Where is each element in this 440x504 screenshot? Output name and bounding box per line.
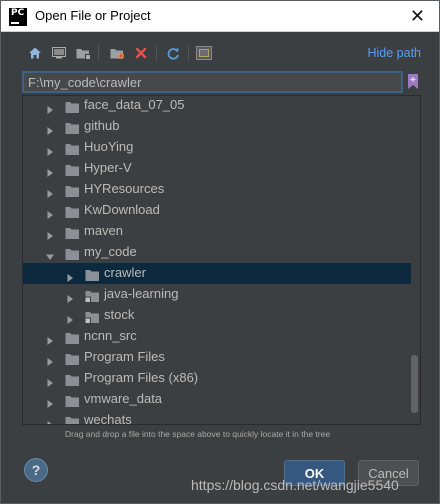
tree-row[interactable]: github [23,116,411,137]
file-tree[interactable]: face_data_07_05github HuoYing Hyper-V HYRes… [22,95,421,425]
folder-icon [65,414,81,424]
folder-icon [65,141,81,155]
tree-row[interactable]: java-learning [23,284,411,305]
tree-row[interactable]: wechats [23,410,411,425]
toolbar-separator [98,45,99,61]
tree-row-label: maven [84,223,124,238]
tree-row[interactable]: vmware_data [23,389,411,410]
refresh-icon[interactable] [163,41,183,65]
module-folder-icon [85,309,101,324]
toolbar-separator [156,45,157,61]
path-input[interactable] [22,71,403,93]
tree-row[interactable]: crawler [23,263,411,284]
collapsed-arrow-icon[interactable] [45,121,55,135]
folder-icon [65,330,81,344]
folder-icon [65,183,81,197]
tree-row-label: github [84,118,120,133]
hide-path-link[interactable]: Hide path [367,46,421,60]
collapsed-arrow-icon[interactable] [45,394,55,408]
folder-icon [65,225,81,239]
folder-icon [65,99,81,113]
close-button[interactable]: ✕ [410,6,425,27]
home-icon[interactable] [25,41,45,65]
desktop-icon[interactable] [49,41,69,65]
help-button[interactable]: ? [24,458,48,482]
collapsed-arrow-icon[interactable] [65,268,75,282]
collapsed-arrow-icon[interactable] [45,226,55,240]
new-folder-icon[interactable] [107,41,127,65]
collapsed-arrow-icon[interactable] [45,184,55,198]
tree-row[interactable]: HYResources [23,179,411,200]
tree-row[interactable]: Program Files [23,347,411,368]
tree-row[interactable]: KwDownload [23,200,411,221]
tree-row-label: java-learning [104,286,179,301]
collapsed-arrow-icon[interactable] [45,205,55,219]
dialog-title: Open File or Project [35,8,151,23]
folder-icon [85,267,101,281]
open-file-dialog: PC Open File or Project ✕ Hide path F:\m… [0,0,440,504]
tree-row-label: vmware_data [84,391,163,406]
tree-row-label: KwDownload [84,202,160,217]
folder-icon [65,351,81,365]
toggle-hidden-icon[interactable] [194,41,214,65]
tree-row-label: stock [104,307,135,322]
toolbar: Hide path [21,41,421,67]
tree-row-label: Program Files (x86) [84,370,199,385]
tree-row-label: wechats [84,412,132,425]
tree-row-label: crawler [104,265,146,280]
collapsed-arrow-icon[interactable] [45,100,55,114]
tree-row-label: face_data_07_05 [84,97,185,112]
folder-icon [65,393,81,407]
folder-icon [65,246,81,260]
tree-row[interactable]: Program Files (x86) [23,368,411,389]
tree-row-label: my_code [84,244,137,259]
tree-row[interactable]: HuoYing [23,137,411,158]
tree-row[interactable]: Hyper-V [23,158,411,179]
tree-row[interactable]: stock [23,305,411,326]
folder-icon [65,204,81,218]
tree-row[interactable]: face_data_07_05 [23,96,411,116]
collapsed-arrow-icon[interactable] [45,415,55,424]
tree-row-label: Hyper-V [84,160,132,175]
project-folder-icon[interactable] [73,41,93,65]
tree-row-label: Program Files [84,349,165,364]
collapsed-arrow-icon[interactable] [65,310,75,324]
tree-row-label: ncnn_src [84,328,137,343]
collapsed-arrow-icon[interactable] [45,373,55,387]
tree-row[interactable]: my_code [23,242,411,263]
title-bar: PC Open File or Project ✕ [1,1,439,32]
path-history-icon[interactable] [405,72,421,92]
collapsed-arrow-icon[interactable] [45,352,55,366]
drag-drop-hint: Drag and drop a file into the space abov… [65,429,331,439]
tree-row[interactable]: maven [23,221,411,242]
tree-row-label: HYResources [84,181,165,196]
tree-row-label: HuoYing [84,139,134,154]
collapsed-arrow-icon[interactable] [45,331,55,345]
folder-icon [65,162,81,176]
collapsed-arrow-icon[interactable] [65,289,75,303]
pycharm-logo: PC [9,8,27,26]
toolbar-separator [188,45,189,61]
watermark: https://blog.csdn.net/wangjie5540 [191,477,399,493]
delete-icon[interactable] [131,41,151,65]
tree-scrollbar-thumb[interactable] [411,355,418,413]
tree-row[interactable]: ncnn_src [23,326,411,347]
collapsed-arrow-icon[interactable] [45,142,55,156]
collapsed-arrow-icon[interactable] [45,163,55,177]
folder-icon [65,372,81,386]
folder-icon [65,120,81,134]
module-folder-icon [85,288,101,303]
expanded-arrow-icon[interactable] [45,247,55,260]
